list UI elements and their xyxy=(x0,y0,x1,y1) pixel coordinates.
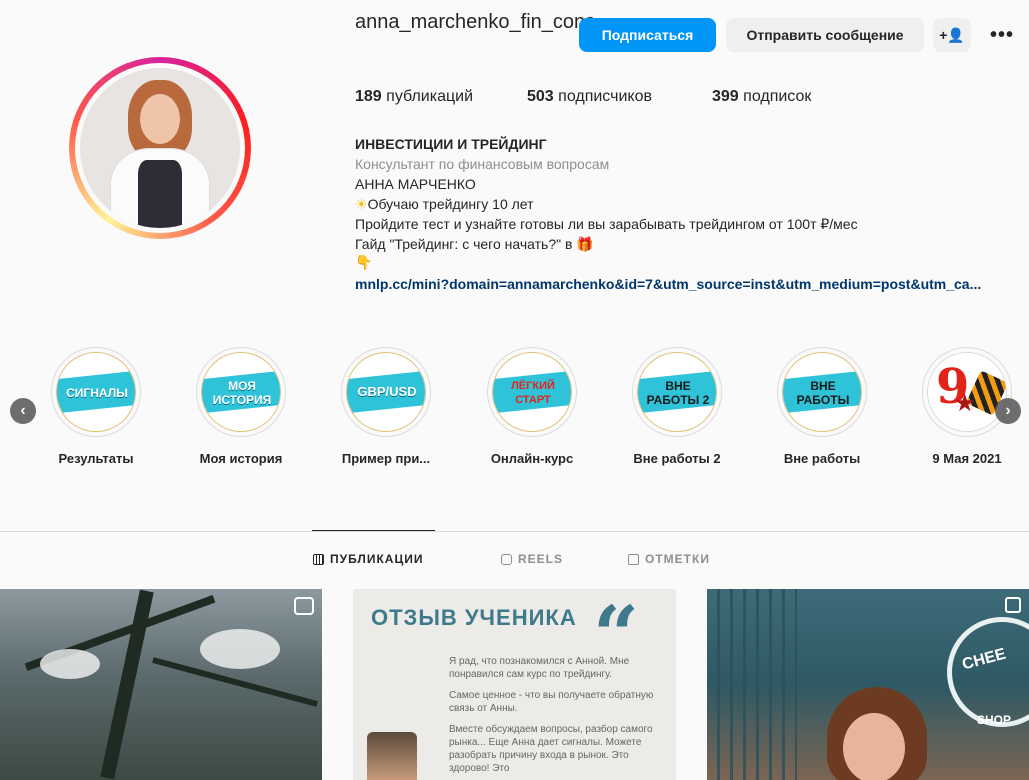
review-text: Я рад, что познакомился с Анной. Мне пон… xyxy=(449,655,659,780)
active-tab-indicator xyxy=(312,530,435,531)
pointing-down-icon: 👇 xyxy=(355,254,373,270)
review-paragraph: Я рад, что познакомился с Анной. Мне пон… xyxy=(449,656,630,680)
bio-title: ИНВЕСТИЦИИ И ТРЕЙДИНГ xyxy=(355,136,547,152)
avatar-vest xyxy=(138,160,182,228)
highlight-ring: 9 ★ xyxy=(922,347,1012,437)
cafe-sign xyxy=(947,617,1029,727)
more-options-icon[interactable]: ••• xyxy=(986,20,1018,50)
followers-label: подписчиков xyxy=(558,88,652,105)
highlight-cover: GBP/USD xyxy=(346,352,426,432)
profile-username: anna_marchenko_fin_cons xyxy=(355,11,596,33)
cafe-shop-text: SHOP xyxy=(977,713,1012,727)
highlight-cover: СИГНАЛЫ xyxy=(56,352,136,432)
reels-icon xyxy=(501,553,512,565)
highlight-cover-text: ВНЕ РАБОТЫ xyxy=(796,379,850,407)
highlight-cover-text: GBP/USD xyxy=(357,384,417,399)
bio-name: АННА МАРЧЕНКО xyxy=(355,176,476,192)
highlight-off-work[interactable]: ВНЕ РАБОТЫ Вне работы xyxy=(766,347,878,477)
highlight-label: 9 Мая 2021 xyxy=(932,451,1002,466)
tab-label: REELS xyxy=(518,552,564,566)
avatar-photo xyxy=(80,68,240,228)
window-grille xyxy=(707,589,797,780)
highlight-label: Моя история xyxy=(199,451,283,466)
tab-reels[interactable]: REELS xyxy=(501,552,563,566)
suggest-accounts-button[interactable]: +👤 xyxy=(933,18,971,52)
highlight-ring: ЛЁГКИЙ СТАРТ xyxy=(487,347,577,437)
followers-count: 503 xyxy=(527,88,554,105)
highlight-cover: 9 ★ xyxy=(927,352,1007,432)
highlight-ring: ВНЕ РАБОТЫ xyxy=(777,347,867,437)
highlight-off-work-2[interactable]: ВНЕ РАБОТЫ 2 Вне работы 2 xyxy=(621,347,733,477)
tab-posts[interactable]: ПУБЛИКАЦИИ xyxy=(313,552,423,566)
highlight-ring: МОЯ ИСТОРИЯ xyxy=(196,347,286,437)
followers-stat[interactable]: 503 подписчиков xyxy=(527,88,652,106)
bio-category: Консультант по финансовым вопросам xyxy=(355,156,610,172)
highlights-prev-button[interactable]: ‹ xyxy=(10,398,36,424)
sun-icon: ☀ xyxy=(355,196,368,212)
highlight-label: Онлайн-курс xyxy=(490,451,574,466)
posts-count: 189 xyxy=(355,88,382,105)
bio-link[interactable]: mnlp.cc/mini?domain=annamarchenko&id=7&u… xyxy=(355,274,1020,294)
bio-line-3: Гайд "Трейдинг: с чего начать?" в 🎁 xyxy=(355,234,594,254)
highlight-cover: МОЯ ИСТОРИЯ xyxy=(201,352,281,432)
tab-label: ПУБЛИКАЦИИ xyxy=(330,552,424,566)
student-photo xyxy=(367,732,417,780)
person-face xyxy=(843,713,905,780)
tab-tagged[interactable]: ОТМЕТКИ xyxy=(628,552,710,566)
highlight-results[interactable]: СИГНАЛЫ Результаты xyxy=(40,347,152,477)
highlight-cover: ЛЁГКИЙ СТАРТ xyxy=(492,352,572,432)
highlight-cover-text: ЛЁГКИЙ СТАРТ xyxy=(511,380,555,406)
highlight-example[interactable]: GBP/USD Пример при... xyxy=(330,347,442,477)
tab-label: ОТМЕТКИ xyxy=(645,552,710,566)
following-count: 399 xyxy=(712,88,739,105)
highlight-label: Пример при... xyxy=(341,451,431,466)
red-star-icon: ★ xyxy=(954,390,976,417)
posts-stat: 189 публикаций xyxy=(355,88,473,106)
reel-icon xyxy=(294,597,314,615)
highlight-ring: GBP/USD xyxy=(341,347,431,437)
highlight-label: Результаты xyxy=(58,451,134,466)
avatar-face xyxy=(140,94,180,144)
snow-patch xyxy=(40,649,100,679)
bio-line-2: Пройдите тест и узнайте готовы ли вы зар… xyxy=(355,216,858,232)
carousel-icon xyxy=(1005,597,1021,613)
following-stat[interactable]: 399 подписок xyxy=(712,88,811,106)
snow-patch xyxy=(200,629,280,669)
highlight-label: Вне работы xyxy=(783,451,861,466)
following-label: подписок xyxy=(743,88,812,105)
send-message-button[interactable]: Отправить сообщение xyxy=(726,18,924,52)
post-thumbnail[interactable] xyxy=(0,589,322,780)
avatar-border xyxy=(75,63,245,233)
review-paragraph: Вместе обсуждаем вопросы, разбор самого … xyxy=(449,724,653,774)
highlight-cover-text: МОЯ ИСТОРИЯ xyxy=(212,379,272,407)
bio-line-1-text: Обучаю трейдингу 10 лет xyxy=(367,196,534,212)
highlight-cover: ВНЕ РАБОТЫ xyxy=(782,352,862,432)
grid-icon xyxy=(313,553,324,565)
post-thumbnail[interactable]: ОТЗЫВ УЧЕНИКА “ Я рад, что познакомился … xyxy=(353,589,676,780)
bio-line-3-text: Гайд "Трейдинг: с чего начать?" в xyxy=(355,236,577,252)
follow-button[interactable]: Подписаться xyxy=(579,18,716,52)
highlight-cover-text: ВНЕ РАБОТЫ 2 xyxy=(646,379,710,407)
tabs-divider xyxy=(0,531,1029,532)
highlight-cover-text: СИГНАЛЫ xyxy=(66,386,128,400)
highlight-label: Вне работы 2 xyxy=(633,451,721,466)
post-thumbnail[interactable]: CHEE SHOP xyxy=(707,589,1029,780)
highlight-cover: ВНЕ РАБОТЫ 2 xyxy=(637,352,717,432)
gift-icon: 🎁 xyxy=(576,236,594,252)
tagged-icon xyxy=(628,553,639,565)
review-paragraph: Самое ценное - что вы получаете обратную… xyxy=(449,690,654,714)
bio-line-1: ☀Обучаю трейдингу 10 лет xyxy=(355,194,534,214)
highlight-online-course[interactable]: ЛЁГКИЙ СТАРТ Онлайн-курс xyxy=(476,347,588,477)
highlight-my-story[interactable]: МОЯ ИСТОРИЯ Моя история xyxy=(185,347,297,477)
highlight-ring: СИГНАЛЫ xyxy=(51,347,141,437)
review-title: ОТЗЫВ УЧЕНИКА xyxy=(371,605,577,630)
profile-avatar[interactable] xyxy=(69,57,251,239)
highlights-next-button[interactable]: › xyxy=(995,398,1021,424)
posts-label: публикаций xyxy=(386,88,474,105)
highlight-ring: ВНЕ РАБОТЫ 2 xyxy=(632,347,722,437)
